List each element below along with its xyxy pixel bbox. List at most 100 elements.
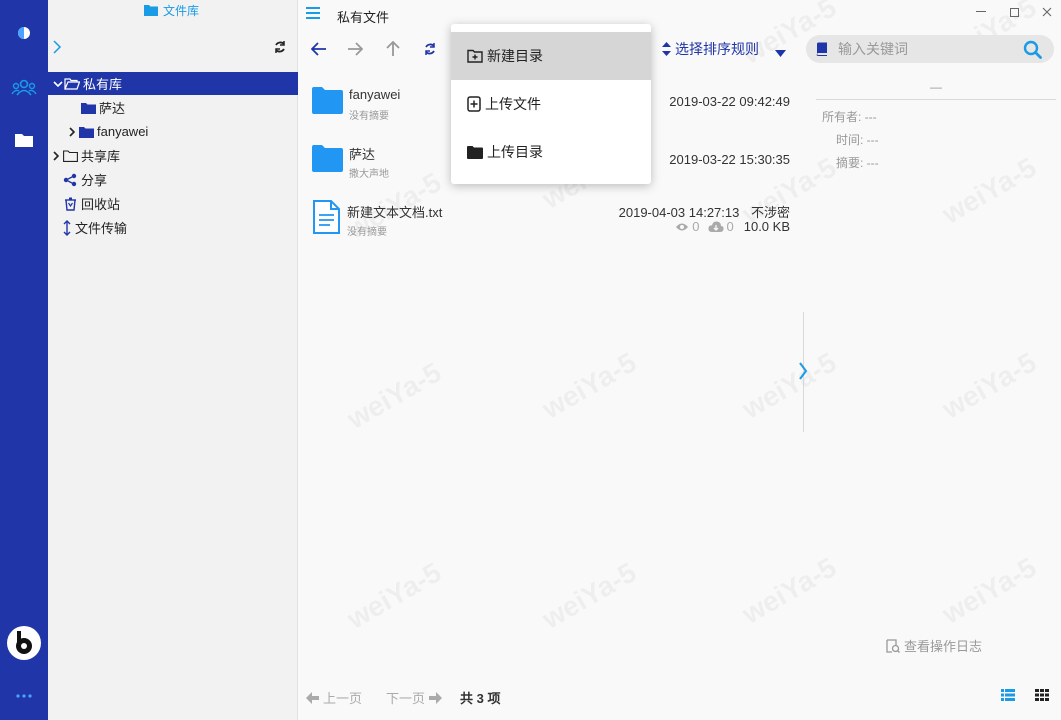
close-icon[interactable]: [1040, 5, 1054, 19]
menu-item-new-folder[interactable]: 新建目录: [451, 32, 651, 80]
search-box: [806, 35, 1054, 63]
back-icon[interactable]: [310, 40, 328, 58]
library-title: 文件库: [144, 2, 199, 18]
search-icon[interactable]: [1023, 40, 1042, 59]
chevron-right-icon[interactable]: [66, 126, 78, 138]
share-icon: [62, 173, 78, 187]
total-count: 共 3 项: [460, 691, 501, 706]
menu-item-upload-folder[interactable]: 上传目录: [451, 128, 651, 176]
menu-item-label: 上传目录: [487, 144, 543, 160]
arrow-left-icon: [306, 691, 319, 704]
detail-title: —: [816, 80, 1056, 100]
watermark: weiYa-5: [537, 556, 642, 635]
file-size: 10.0 KB: [743, 219, 790, 234]
menu-item-label: 上传文件: [485, 96, 541, 112]
watermark: weiYa-5: [937, 346, 1042, 425]
detail-summary: 摘要: ---: [836, 156, 879, 170]
forward-icon[interactable]: [346, 40, 364, 58]
file-date: 2019-03-22 15:30:35: [669, 152, 790, 167]
tree-item-recycle-bin[interactable]: 回收站: [48, 192, 298, 215]
tree-item-label: 私有库: [83, 77, 123, 92]
text-file-icon: [313, 200, 340, 234]
tree-item-fanyawei[interactable]: fanyawei: [48, 120, 298, 143]
classification-label: 不涉密: [750, 205, 790, 220]
library-tree-panel: 文件库 私有库 萨达 fanyawei 共享库 分享 回收站 文件传输: [48, 0, 298, 720]
expand-panel-icon[interactable]: [52, 40, 66, 54]
watermark: weiYa-5: [937, 151, 1042, 230]
folder-icon: [78, 125, 94, 139]
up-icon[interactable]: [384, 40, 402, 58]
refresh-tree-icon[interactable]: [273, 40, 287, 54]
grid-view-icon[interactable]: [1035, 689, 1049, 703]
tree-item-label: 共享库: [81, 149, 121, 164]
title-bar: 私有文件: [298, 0, 1061, 28]
book-icon: [816, 42, 827, 56]
tree-item-file-transfer[interactable]: 文件传输: [48, 216, 298, 239]
file-stats: 0 0 10.0 KB: [675, 219, 790, 234]
prev-page-label: 上一页: [323, 691, 363, 706]
tree-item-label: 萨达: [99, 101, 126, 116]
menu-icon[interactable]: [306, 7, 320, 19]
detail-owner: 所有者: ---: [822, 110, 877, 124]
recycle-bin-icon: [62, 197, 78, 211]
file-name: 萨达: [349, 147, 376, 162]
chevron-down-icon[interactable]: [52, 78, 64, 90]
eye-icon: [676, 223, 689, 230]
toolbar: 选择排序规则: [298, 32, 1061, 66]
folder-open-icon: [64, 77, 80, 91]
download-count: 0: [726, 219, 734, 234]
folder-icon[interactable]: [0, 131, 48, 149]
app-logo-icon: [0, 624, 48, 662]
folder-icon: [144, 5, 158, 16]
operation-log-link[interactable]: 查看操作日志: [886, 636, 982, 655]
tree-item-shared-library[interactable]: 共享库: [48, 144, 298, 167]
file-summary: 撒大声地: [349, 169, 389, 180]
file-plus-icon: [467, 96, 481, 112]
tree-item-private-library[interactable]: 私有库: [48, 72, 298, 95]
chevron-right-icon[interactable]: [50, 150, 62, 162]
maximize-icon[interactable]: [1007, 5, 1021, 19]
tree-item-label: 分享: [81, 173, 108, 188]
prev-page-button[interactable]: 上一页: [306, 688, 362, 707]
users-icon[interactable]: [0, 78, 48, 98]
main-panel: weiYa-5 weiYa-5 weiYa-5 weiYa-5 weiYa-5 …: [298, 0, 1061, 720]
folder-icon: [467, 145, 483, 159]
refresh-icon[interactable]: [421, 40, 439, 58]
tree-item-share[interactable]: 分享: [48, 168, 298, 191]
file-summary: 没有摘要: [347, 227, 387, 238]
file-row[interactable]: 新建文本文档.txt 没有摘要 2019-04-03 14:27:13 不涉密 …: [298, 196, 798, 246]
sort-label: 选择排序规则: [675, 41, 759, 57]
watermark: weiYa-5: [937, 551, 1042, 630]
list-view-icon[interactable]: [1001, 689, 1015, 703]
search-input[interactable]: [838, 41, 1018, 57]
library-title-label: 文件库: [163, 3, 200, 18]
view-count: 0: [692, 219, 700, 234]
folder-icon: [312, 145, 343, 172]
detail-panel: — 所有者: --- 时间: --- 摘要: ---: [816, 80, 1056, 170]
sort-select[interactable]: 选择排序规则: [662, 40, 773, 58]
watermark: weiYa-5: [737, 551, 842, 630]
chevron-right-icon[interactable]: [798, 362, 808, 383]
log-icon: [886, 638, 900, 653]
operation-log-label: 查看操作日志: [904, 639, 983, 654]
file-name: 新建文本文档.txt: [347, 205, 443, 220]
tree-item-label: 回收站: [81, 197, 121, 212]
watermark: weiYa-5: [737, 346, 842, 425]
new-item-menu: 新建目录 上传文件 上传目录: [451, 24, 651, 184]
tree-item-label: 文件传输: [75, 221, 128, 236]
file-date: 2019-03-22 09:42:49: [669, 94, 790, 109]
globe-icon[interactable]: [0, 25, 48, 41]
caret-down-icon[interactable]: [775, 45, 786, 60]
arrow-right-icon: [429, 691, 443, 704]
menu-item-label: 新建目录: [487, 48, 543, 64]
minimize-icon[interactable]: [974, 5, 988, 19]
sort-icon: [662, 42, 671, 56]
menu-item-upload-file[interactable]: 上传文件: [451, 80, 651, 128]
watermark: weiYa-5: [342, 356, 447, 435]
tree-item-sada[interactable]: 萨达: [48, 96, 298, 119]
next-page-button[interactable]: 下一页: [386, 688, 443, 707]
file-name: fanyawei: [349, 87, 401, 102]
detail-time: 时间: ---: [836, 133, 879, 147]
next-page-label: 下一页: [386, 691, 426, 706]
more-icon[interactable]: [0, 692, 48, 700]
